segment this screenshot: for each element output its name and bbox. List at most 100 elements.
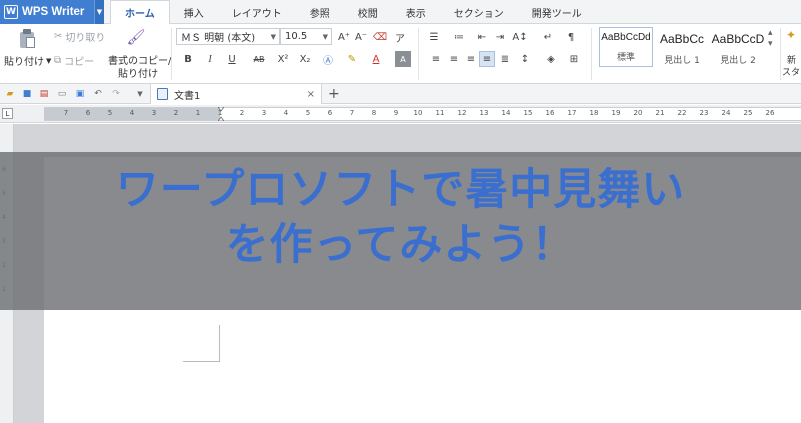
format-painter-icon[interactable]: 🖌 — [126, 28, 145, 46]
style-label: 見出し 1 — [664, 56, 700, 66]
ribbon-tabs: ホーム 挿入 レイアウト 参照 校閲 表示 セクション 開発ツール — [110, 0, 596, 25]
tab-stop-selector-icon[interactable]: L — [2, 108, 13, 119]
ruler-tick: 17 — [567, 109, 577, 117]
show-marks-icon[interactable]: ¶ — [563, 29, 579, 45]
superscript-button[interactable]: X² — [275, 51, 291, 67]
ruler-tick: 11 — [435, 109, 445, 117]
char-shading-icon[interactable]: A — [395, 51, 411, 67]
group-divider — [591, 28, 592, 80]
numbered-list-icon[interactable]: ≔ — [451, 29, 467, 45]
chevron-down-icon: ▼ — [270, 32, 276, 41]
ruler-tick: 26 — [765, 109, 775, 117]
banner-title: ワープロソフトで暑中見舞い を作ってみよう！ — [0, 163, 801, 273]
italic-button[interactable]: I — [202, 51, 218, 67]
document-tab[interactable]: 文書1 × — [150, 84, 322, 104]
tab-review[interactable]: 校閲 — [344, 0, 392, 24]
cut-label: 切り取り — [65, 33, 106, 44]
group-divider — [418, 28, 419, 80]
redo-icon[interactable]: ↷ — [110, 88, 122, 100]
ruler-tick: 23 — [699, 109, 709, 117]
chevron-down-icon[interactable]: ▼ — [94, 0, 104, 24]
style-gallery-scroll[interactable]: ▴ ▾ — [768, 28, 773, 50]
highlight-icon[interactable]: ✎ — [344, 51, 360, 67]
clear-format-icon[interactable]: ⌫ — [372, 29, 388, 45]
grow-font-button[interactable]: A⁺ — [336, 29, 352, 45]
print-icon[interactable]: ▭ — [56, 88, 68, 100]
shrink-font-button[interactable]: A⁻ — [353, 29, 369, 45]
ruler-tick: 6 — [327, 109, 333, 117]
tab-developer[interactable]: 開発ツール — [518, 0, 596, 24]
copy-button[interactable]: ⧉ コピー — [54, 53, 94, 68]
document-icon — [157, 88, 168, 100]
menu-bar: W WPS Writer ▼ ホーム 挿入 レイアウト 参照 校閲 表示 セクシ… — [0, 0, 801, 25]
style-sample: AaBbCc — [659, 32, 705, 46]
subscript-button[interactable]: X₂ — [297, 51, 313, 67]
scissors-icon: ✂ — [54, 31, 63, 42]
sort-icon[interactable]: ↵ — [540, 29, 556, 45]
align-right-icon[interactable]: ≡ — [463, 51, 479, 67]
tab-layout[interactable]: レイアウト — [218, 0, 296, 24]
paste-label: 貼り付け — [4, 57, 44, 68]
style-heading-1[interactable]: AaBbCc 見出し 1 — [655, 27, 709, 67]
banner-line-2: を作ってみよう！ — [225, 220, 576, 270]
chevron-down-icon: ▼ — [322, 32, 328, 41]
horizontal-ruler-row: L 7 6 5 4 3 2 1 1 2 3 4 5 6 7 8 9 10 11 12 13 14 15 16 17 18 19 20… — [0, 105, 801, 123]
new-tab-button[interactable]: + — [328, 84, 340, 104]
bold-button[interactable]: B — [180, 51, 196, 67]
strikethrough-button[interactable]: AB — [249, 51, 269, 67]
decrease-indent-icon[interactable]: ⇤ — [474, 29, 490, 45]
open-folder-icon[interactable]: ▰ — [4, 88, 16, 100]
wps-logo-icon: W — [4, 5, 18, 19]
new-style-icon[interactable]: ✦ — [786, 28, 796, 42]
increase-indent-icon[interactable]: ⇥ — [492, 29, 508, 45]
borders-icon[interactable]: ⊞ — [566, 51, 582, 67]
ruler-tick: 22 — [677, 109, 687, 117]
line-spacing-icon[interactable]: ↕ — [517, 51, 533, 67]
font-name-select[interactable]: ＭＳ 明朝 (本文) ▼ — [176, 28, 280, 45]
paste-button[interactable] — [18, 29, 36, 49]
export-pdf-icon[interactable]: ▤ — [38, 88, 50, 100]
style-heading-2[interactable]: AaBbCcD 見出し 2 — [711, 27, 765, 67]
shading-icon[interactable]: ◈ — [543, 51, 559, 67]
tab-home[interactable]: ホーム — [110, 0, 170, 25]
ruler-tick: 16 — [545, 109, 555, 117]
style-normal[interactable]: AaBbCcDd 標準 — [599, 27, 653, 67]
tab-insert[interactable]: 挿入 — [170, 0, 218, 24]
save-icon[interactable]: ■ — [21, 88, 33, 100]
justify-icon[interactable]: ≡ — [479, 51, 495, 67]
chevron-down-icon: ▼ — [46, 56, 52, 65]
tab-references[interactable]: 参照 — [296, 0, 344, 24]
phonetic-guide-icon[interactable]: ア — [392, 29, 408, 45]
ruler-tick: 7 — [63, 109, 69, 117]
ruler-tick: 3 — [261, 109, 267, 117]
distribute-icon[interactable]: ≣ — [497, 51, 513, 67]
text-direction-icon[interactable]: A↕ — [512, 29, 528, 45]
paste-dropdown[interactable]: 貼り付け ▼ — [4, 53, 52, 69]
ruler-tick: 25 — [743, 109, 753, 117]
cut-button[interactable]: ✂ 切り取り — [54, 29, 105, 44]
ruler-tick: 15 — [523, 109, 533, 117]
font-color-icon[interactable]: A — [368, 51, 384, 67]
ruler-tick: 5 — [107, 109, 113, 117]
format-painter-label-2[interactable]: 貼り付け — [118, 65, 158, 80]
underline-button[interactable]: U — [224, 51, 240, 67]
tab-section[interactable]: セクション — [440, 0, 518, 24]
chevron-down-icon: ▾ — [768, 39, 773, 49]
align-center-icon[interactable]: ≡ — [446, 51, 462, 67]
close-icon[interactable]: × — [307, 89, 315, 100]
bullet-list-icon[interactable]: ☰ — [426, 29, 442, 45]
text-effect-icon[interactable]: Ⓐ — [320, 51, 336, 67]
chevron-down-icon[interactable]: ▼ — [134, 88, 146, 100]
new-style-label-2[interactable]: スタイ — [782, 65, 801, 78]
font-size-value: 10.5 — [285, 31, 308, 42]
document-tab-title: 文書1 — [174, 90, 201, 102]
ruler-tick: 5 — [305, 109, 311, 117]
undo-icon[interactable]: ↶ — [92, 88, 104, 100]
horizontal-ruler[interactable]: 7 6 5 4 3 2 1 1 2 3 4 5 6 7 8 9 10 11 12 13 14 15 16 17 18 19 20 21… — [44, 107, 801, 121]
tab-view[interactable]: 表示 — [392, 0, 440, 24]
print-preview-icon[interactable]: ▣ — [74, 88, 86, 100]
app-name: WPS Writer — [22, 6, 85, 18]
align-left-icon[interactable]: ≡ — [428, 51, 444, 67]
app-menu-button[interactable]: W WPS Writer ▼ — [0, 0, 104, 24]
font-size-select[interactable]: 10.5 ▼ — [280, 28, 332, 45]
